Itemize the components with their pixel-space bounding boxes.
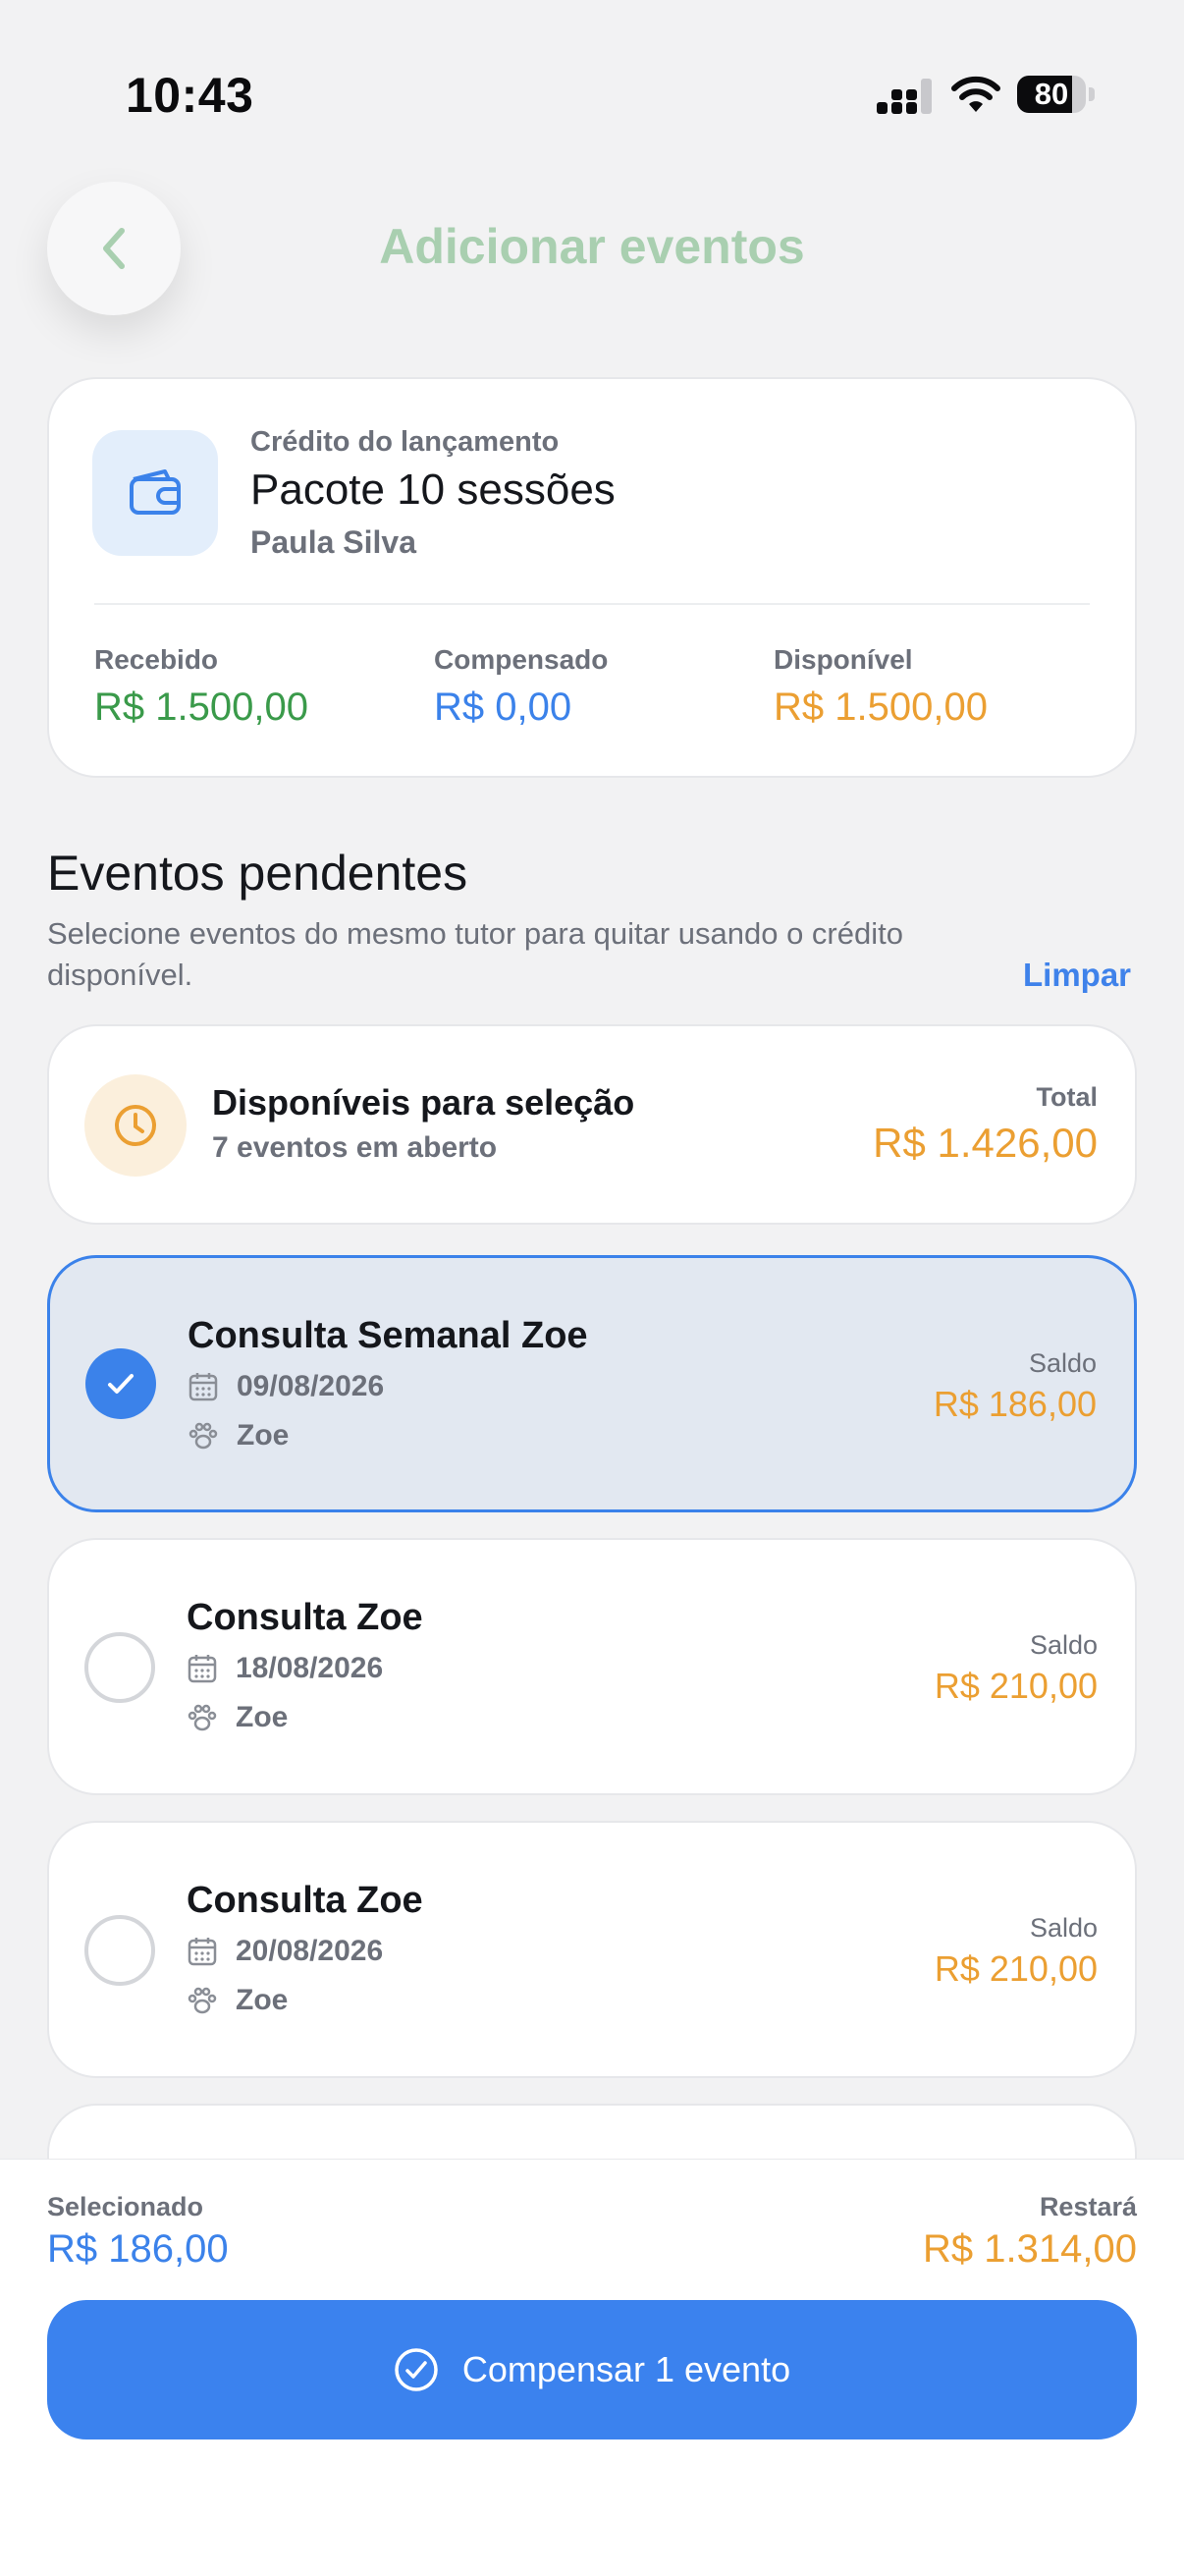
checkmark-icon [108, 1374, 134, 1394]
credit-label: Crédito do lançamento [250, 426, 560, 458]
event-saldo: R$ 186,00 [933, 1384, 1097, 1424]
event-saldo: R$ 210,00 [934, 1948, 1098, 1989]
section-title: Eventos pendentes [47, 846, 468, 901]
check-circle-icon [395, 2348, 438, 2391]
battery-level: 80 [1034, 77, 1069, 111]
event-saldo-label: Saldo [1029, 1913, 1098, 1943]
event-card[interactable]: Consulta Zoe 18/08/2026 Zoe Saldo R$ 210… [47, 1538, 1137, 1795]
event-title: Consulta Semanal Zoe [188, 1315, 588, 1356]
summary-title: Disponíveis para seleção [212, 1082, 635, 1123]
paw-icon [188, 1987, 217, 2014]
summary-total-label: Total [1036, 1082, 1099, 1112]
paw-icon [188, 1704, 217, 1731]
compensate-button-label: Compensar 1 evento [461, 2349, 791, 2389]
remaining-label: Restará [1039, 2192, 1137, 2221]
event-saldo-label: Saldo [1028, 1348, 1097, 1378]
stat-label-compensated: Compensado [434, 644, 609, 675]
event-saldo-label: Saldo [1029, 1630, 1098, 1660]
event-checkbox[interactable] [85, 1348, 156, 1419]
event-checkbox[interactable] [84, 1632, 155, 1703]
event-date: 20/08/2026 [236, 1935, 384, 1967]
section-description: Selecione eventos do mesmo tutor para qu… [47, 916, 903, 992]
divider [94, 603, 1090, 605]
credit-title: Pacote 10 sessões [250, 466, 616, 514]
calendar-icon [188, 1373, 218, 1401]
status-time: 10:43 [126, 68, 254, 123]
event-pet: Zoe [236, 1984, 289, 2016]
wallet-icon [130, 469, 181, 515]
remaining-value: R$ 1.314,00 [923, 2227, 1137, 2271]
event-title: Consulta Zoe [187, 1880, 423, 1921]
clear-button[interactable]: Limpar [1023, 957, 1131, 994]
paw-icon [188, 1422, 218, 1450]
calendar-icon [188, 1938, 217, 1966]
event-checkbox[interactable] [84, 1915, 155, 1986]
stat-label-available: Disponível [774, 644, 913, 675]
event-date: 09/08/2026 [237, 1370, 385, 1402]
selected-value: R$ 186,00 [47, 2227, 229, 2271]
selected-label: Selecionado [47, 2192, 204, 2221]
summary-subtitle: 7 eventos em aberto [212, 1131, 498, 1164]
cellular-signal-icon [877, 79, 932, 114]
wallet-icon-container [92, 430, 218, 556]
event-pet: Zoe [236, 1701, 289, 1733]
battery-indicator: 80 [1017, 76, 1096, 113]
clock-icon [115, 1105, 156, 1146]
event-pet: Zoe [237, 1419, 290, 1452]
event-title: Consulta Zoe [187, 1597, 423, 1638]
wifi-icon [951, 76, 1000, 112]
event-card[interactable]: Consulta Semanal Zoe 09/08/2026 Zoe Sald… [47, 1255, 1137, 1512]
stat-value-received: R$ 1.500,00 [94, 685, 308, 729]
clock-icon-container [84, 1074, 187, 1177]
credit-client: Paula Silva [250, 524, 416, 560]
calendar-icon [188, 1655, 217, 1683]
summary-total-value: R$ 1.426,00 [873, 1120, 1098, 1166]
stat-value-compensated: R$ 0,00 [434, 685, 572, 729]
stat-label-received: Recebido [94, 644, 219, 675]
stat-value-available: R$ 1.500,00 [774, 685, 988, 729]
event-date: 18/08/2026 [236, 1652, 384, 1684]
page-title: Adicionar eventos [379, 219, 805, 274]
compensate-button[interactable]: Compensar 1 evento [47, 2300, 1137, 2439]
event-saldo: R$ 210,00 [934, 1666, 1098, 1706]
event-card[interactable]: Consulta Zoe 20/08/2026 Zoe Saldo R$ 210… [47, 1821, 1137, 2078]
